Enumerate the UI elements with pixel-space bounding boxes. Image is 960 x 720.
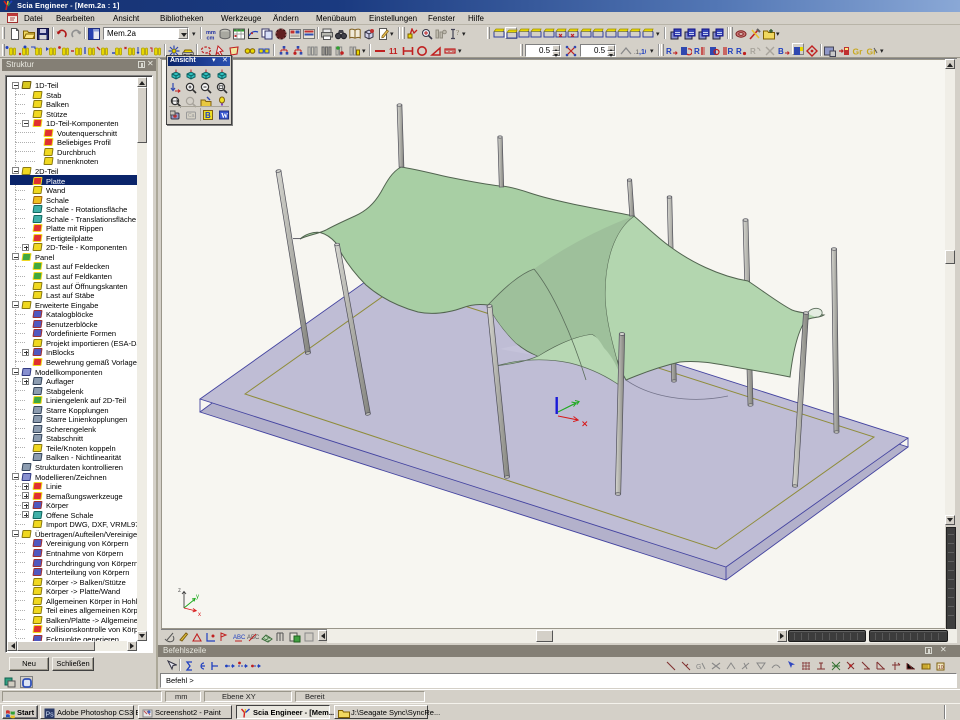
svg-text:R: R: [694, 47, 700, 56]
svg-text:11: 11: [389, 47, 398, 56]
svg-text:Ca: Ca: [188, 113, 195, 119]
svg-text:Gr: Gr: [853, 47, 864, 57]
svg-text:B: B: [778, 47, 784, 56]
svg-text:W: W: [221, 112, 228, 120]
svg-text:y: y: [196, 594, 199, 600]
svg-text:R: R: [666, 47, 672, 56]
svg-text:ABC: ABC: [233, 635, 245, 641]
svg-text:R: R: [728, 47, 734, 56]
svg-text:x: x: [198, 612, 201, 618]
svg-text:?: ?: [456, 29, 459, 37]
svg-text:cm: cm: [207, 36, 215, 41]
svg-text:ABC: ABC: [247, 635, 259, 641]
svg-text:z: z: [178, 588, 181, 594]
svg-text:,10: ,10: [639, 49, 646, 56]
svg-text:10: 10: [938, 665, 944, 671]
svg-text:R: R: [736, 47, 742, 56]
svg-text:R: R: [750, 47, 756, 56]
svg-text:G: G: [696, 664, 701, 671]
svg-text:B: B: [205, 111, 211, 120]
svg-text:Ps: Ps: [46, 711, 55, 718]
